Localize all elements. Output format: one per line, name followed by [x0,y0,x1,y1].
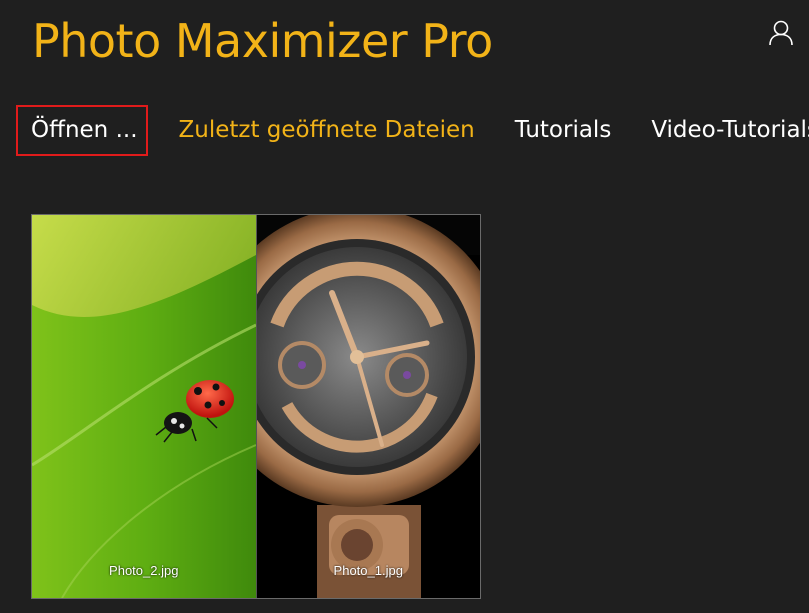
recent-files-gallery: Photo_2.jpg Photo_1.jpg [31,214,481,599]
watch-image [256,215,480,598]
photo-filename: Photo_2.jpg [109,563,179,578]
photo-filename: Photo_1.jpg [333,563,403,578]
photo-thumbnail-watch[interactable]: Photo_1.jpg [255,215,480,598]
nav-video-tutorials[interactable]: Video-Tutorials [651,118,809,142]
user-icon [769,20,793,46]
ladybug-image [32,215,256,598]
main-nav: Öffnen ... Zuletzt geöffnete Dateien Tut… [16,104,809,156]
photo-thumbnail-ladybug[interactable]: Photo_2.jpg [32,215,256,598]
user-account-button[interactable] [766,18,796,48]
app-title: Photo Maximizer Pro [32,14,493,68]
nav-open-button[interactable]: Öffnen ... [16,104,148,156]
nav-tutorials[interactable]: Tutorials [515,118,612,142]
nav-recent-files[interactable]: Zuletzt geöffnete Dateien [179,118,475,142]
